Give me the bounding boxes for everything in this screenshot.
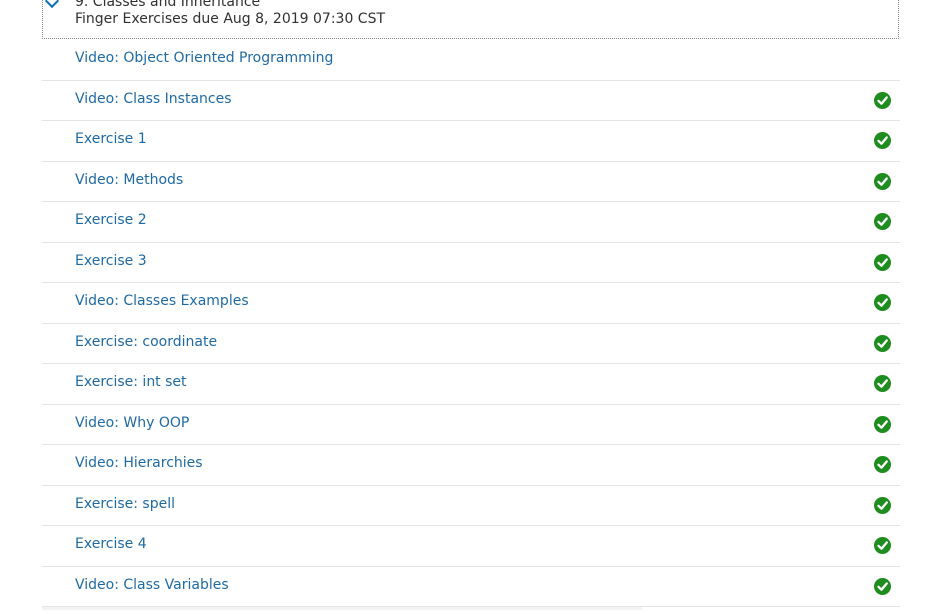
subsection-link[interactable]: Video: Object Oriented Programming xyxy=(75,50,333,66)
subsection-link[interactable]: Video: Class Instances xyxy=(75,91,232,107)
section-header[interactable]: 9. Classes and Inheritance Finger Exerci… xyxy=(42,0,899,39)
subsection-link[interactable]: Exercise: int set xyxy=(75,374,187,390)
check-circle-icon xyxy=(874,577,891,595)
list-item[interactable]: Video: Methods xyxy=(42,162,900,202)
chevron-down-icon[interactable] xyxy=(44,0,60,9)
subsection-link[interactable]: Exercise 1 xyxy=(75,131,147,147)
list-item[interactable]: Exercise 3 xyxy=(42,243,900,283)
list-item[interactable]: Exercise 1 xyxy=(42,121,900,162)
check-circle-icon xyxy=(874,334,891,352)
list-item[interactable]: Exercise 4 xyxy=(42,526,900,567)
list-item[interactable]: Exercise 2 xyxy=(42,202,900,243)
course-outline: 9. Classes and Inheritance Finger Exerci… xyxy=(0,0,931,614)
list-item[interactable]: Video: Class Variables xyxy=(42,567,900,607)
list-item[interactable]: Video: Classes Examples xyxy=(42,283,900,324)
section-title: 9. Classes and Inheritance xyxy=(75,0,261,10)
check-circle-icon xyxy=(874,456,891,473)
subsection-link[interactable]: Video: Methods xyxy=(75,172,183,188)
divider xyxy=(42,607,642,610)
list-item[interactable]: Video: Object Oriented Programming xyxy=(42,40,900,81)
list-item[interactable]: Exercise: int set xyxy=(42,364,900,405)
check-circle-icon xyxy=(874,537,891,554)
subsection-link[interactable]: Exercise 3 xyxy=(75,253,147,269)
list-item[interactable]: Video: Class Instances xyxy=(42,81,900,121)
check-circle-icon xyxy=(874,91,891,109)
list-item[interactable]: Video: Hierarchies xyxy=(42,445,900,486)
check-circle-icon xyxy=(874,375,891,392)
subsection-link[interactable]: Video: Class Variables xyxy=(75,577,229,593)
subsection-link[interactable]: Video: Classes Examples xyxy=(75,293,249,309)
subsection-link[interactable]: Exercise 4 xyxy=(75,536,147,552)
subsection-link[interactable]: Video: Hierarchies xyxy=(75,455,203,471)
subsection-link[interactable]: Exercise: coordinate xyxy=(75,334,217,350)
check-circle-icon xyxy=(874,213,891,230)
section-due-date: Finger Exercises due Aug 8, 2019 07:30 C… xyxy=(75,11,386,27)
check-circle-icon xyxy=(874,294,891,311)
list-item[interactable]: Exercise: coordinate xyxy=(42,324,900,364)
check-circle-icon xyxy=(874,415,891,433)
check-circle-icon xyxy=(874,253,891,271)
subsection-link[interactable]: Video: Why OOP xyxy=(75,415,189,431)
subsection-list: Video: Object Oriented Programming Video:… xyxy=(42,40,900,607)
subsection-link[interactable]: Exercise: spell xyxy=(75,496,175,512)
check-circle-icon xyxy=(874,496,891,514)
subsection-link[interactable]: Exercise 2 xyxy=(75,212,147,228)
check-circle-icon xyxy=(874,132,891,149)
check-circle-icon xyxy=(874,172,891,190)
list-item[interactable]: Video: Why OOP xyxy=(42,405,900,445)
list-item[interactable]: Exercise: spell xyxy=(42,486,900,526)
